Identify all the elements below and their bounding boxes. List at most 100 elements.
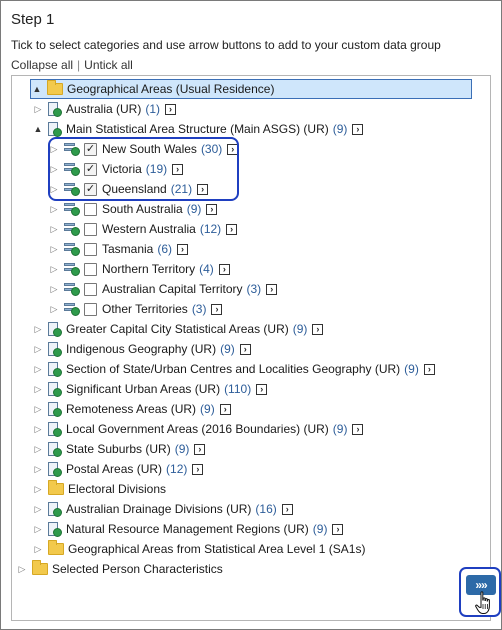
node-label: Section of State/Urban Centres and Local… [66, 362, 401, 376]
tree-node-geography[interactable]: ▷ State Suburbs (UR) (9) › [32, 439, 206, 459]
add-arrow-button[interactable]: › [239, 343, 251, 355]
expand-toggle-icon[interactable]: ▷ [32, 404, 44, 415]
dialog-frame: Step 1 Tick to select categories and use… [0, 0, 502, 630]
untick-all-link[interactable]: Untick all [84, 58, 133, 72]
add-arrow-button[interactable]: › [281, 503, 293, 515]
node-count: (4) [199, 262, 214, 276]
add-arrow-button[interactable]: › [206, 203, 218, 215]
add-arrow-button[interactable]: › [177, 243, 189, 255]
add-arrow-button[interactable]: › [332, 523, 344, 535]
add-arrow-button[interactable]: › [256, 383, 268, 395]
region-icon [64, 282, 80, 296]
tree-node-geography[interactable]: ▷ Remoteness Areas (UR) (9) › [32, 399, 231, 419]
node-label: Other Territories [102, 302, 188, 316]
expand-toggle-icon[interactable]: ▷ [48, 264, 60, 275]
tree-node-person-characteristics[interactable]: ▷ Selected Person Characteristics [16, 559, 223, 579]
add-arrow-button[interactable]: › [192, 463, 204, 475]
tree-node-geography[interactable]: ▷ Significant Urban Areas (UR) (110) › [32, 379, 268, 399]
dataset-icon [48, 341, 62, 357]
tree-node-state[interactable]: ▷ Northern Territory (4) › [48, 259, 230, 279]
dataset-icon [48, 421, 62, 437]
region-icon [64, 202, 80, 216]
node-label: Local Government Areas (2016 Boundaries)… [66, 422, 329, 436]
hand-cursor-icon [475, 591, 490, 614]
tree-node-geography[interactable]: ▷ Greater Capital City Statistical Areas… [32, 319, 324, 339]
region-icon [64, 302, 80, 316]
expand-toggle-icon[interactable]: ▷ [32, 504, 44, 515]
expand-toggle-icon[interactable]: ▷ [48, 224, 60, 235]
tree-node-state[interactable]: ▷ Australian Capital Territory (3) › [48, 279, 278, 299]
dataset-icon [48, 501, 62, 517]
tree-node-nrm-regions[interactable]: ▷ Natural Resource Management Regions (U… [32, 519, 344, 539]
add-to-group-highlight: »» [459, 567, 501, 617]
expand-toggle-icon[interactable]: ▷ [48, 284, 60, 295]
add-arrow-button[interactable]: › [165, 103, 177, 115]
expand-toggle-icon[interactable]: ▷ [32, 104, 44, 115]
tree-node-state[interactable]: ▷ Tasmania (6) › [48, 239, 189, 259]
region-icon [64, 242, 80, 256]
node-label: Indigenous Geography (UR) [66, 342, 217, 356]
checkbox[interactable] [84, 242, 97, 256]
tree-node-geographical-areas[interactable]: ▲ Geographical Areas (Usual Residence) [30, 79, 472, 99]
tree-node-state[interactable]: ▷ Western Australia (12) › [48, 219, 238, 239]
add-arrow-button[interactable]: › [312, 323, 324, 335]
checkbox[interactable] [84, 222, 97, 236]
tree-node-australia[interactable]: ▷ Australia (UR) (1) › [32, 99, 177, 119]
node-count: (3) [191, 302, 207, 316]
add-arrow-button[interactable]: › [194, 443, 206, 455]
add-arrow-button[interactable]: › [266, 283, 278, 295]
node-count: (12) [199, 222, 222, 236]
tree-node-state[interactable]: ▷ Other Territories (3) › [48, 299, 223, 319]
dataset-icon [48, 401, 62, 417]
node-label: Natural Resource Management Regions (UR) [66, 522, 309, 536]
checkbox[interactable] [84, 302, 97, 316]
expand-toggle-icon[interactable]: ▷ [32, 424, 44, 435]
checkbox[interactable] [84, 262, 97, 276]
expand-toggle-icon[interactable]: ▷ [32, 484, 44, 495]
node-label: Australian Capital Territory [102, 282, 243, 296]
tree-node-geography[interactable]: ▷ Local Government Areas (2016 Boundarie… [32, 419, 364, 439]
collapse-all-link[interactable]: Collapse all [11, 58, 73, 72]
add-arrow-button[interactable]: › [211, 303, 223, 315]
tree-node-geography[interactable]: ▷ Postal Areas (UR) (12) › [32, 459, 204, 479]
expand-toggle-icon[interactable]: ▷ [32, 384, 44, 395]
node-label: Northern Territory [102, 262, 196, 276]
tree-node-electoral-divisions[interactable]: ▷ Electoral Divisions [32, 479, 166, 499]
expand-toggle-icon[interactable]: ▷ [48, 204, 60, 215]
add-arrow-button[interactable]: › [423, 363, 435, 375]
node-label: Main Statistical Area Structure (Main AS… [66, 122, 329, 136]
expand-toggle-icon[interactable]: ▷ [32, 324, 44, 335]
expand-toggle-icon[interactable]: ▷ [48, 244, 60, 255]
expand-toggle-icon[interactable]: ▷ [32, 444, 44, 455]
tree-node-state[interactable]: ▷ South Australia (9) › [48, 199, 218, 219]
node-count: (9) [200, 402, 215, 416]
expand-toggle-icon[interactable]: ▷ [32, 464, 44, 475]
checkbox[interactable] [84, 282, 97, 296]
expand-toggle-icon[interactable]: ▷ [32, 544, 44, 555]
add-arrow-button[interactable]: › [352, 423, 364, 435]
tree-node-drainage-divisions[interactable]: ▷ Australian Drainage Divisions (UR) (16… [32, 499, 293, 519]
node-label: Geographical Areas from Statistical Area… [68, 542, 366, 556]
expand-toggle-icon[interactable]: ▲ [31, 84, 43, 94]
tree-node-geography[interactable]: ▷ Section of State/Urban Centres and Loc… [32, 359, 435, 379]
add-arrow-button[interactable]: › [352, 123, 364, 135]
node-label: Greater Capital City Statistical Areas (… [66, 322, 289, 336]
expand-toggle-icon[interactable]: ▷ [32, 364, 44, 375]
folder-icon [47, 80, 63, 95]
dataset-icon [48, 381, 62, 397]
expand-toggle-icon[interactable]: ▷ [48, 304, 60, 315]
node-label: South Australia [102, 202, 183, 216]
add-arrow-button[interactable]: › [226, 223, 238, 235]
add-arrow-button[interactable]: › [218, 263, 230, 275]
expand-toggle-icon[interactable]: ▷ [32, 524, 44, 535]
collapse-toggle-icon[interactable]: ▲ [32, 124, 44, 134]
expand-toggle-icon[interactable]: ▷ [16, 564, 28, 575]
add-arrow-button[interactable]: › [219, 403, 231, 415]
node-count: (9) [404, 362, 419, 376]
checkbox[interactable] [84, 202, 97, 216]
tree-node-geography[interactable]: ▷ Indigenous Geography (UR) (9) › [32, 339, 251, 359]
tree-node-sa1-areas[interactable]: ▷ Geographical Areas from Statistical Ar… [32, 539, 365, 559]
tree-node-main-asgs[interactable]: ▲ Main Statistical Area Structure (Main … [32, 119, 364, 139]
expand-toggle-icon[interactable]: ▷ [32, 344, 44, 355]
folder-icon [48, 540, 64, 555]
